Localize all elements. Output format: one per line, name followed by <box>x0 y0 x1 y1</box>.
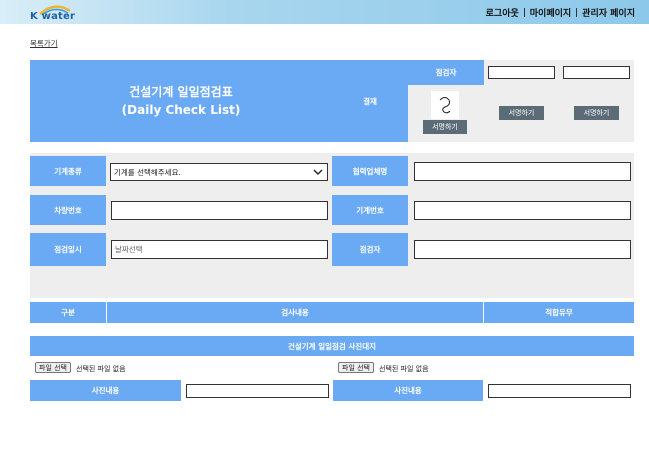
nav-divider <box>523 8 525 17</box>
approver-name-field-2[interactable] <box>563 66 630 79</box>
photo-content-field-left[interactable] <box>186 384 329 398</box>
table-header-conformity: 적합유무 <box>484 302 634 323</box>
logout-link[interactable]: 로그아웃 <box>486 6 519 19</box>
vehicle-number-label: 차량번호 <box>30 195 106 225</box>
machine-number-label: 기계번호 <box>332 195 408 225</box>
no-file-text-right: 선택된 파일 없음 <box>379 365 429 373</box>
photo-content-label-left: 사진내용 <box>30 380 181 401</box>
photo-content-label-right: 사진내용 <box>333 380 483 401</box>
chevron-down-icon <box>313 169 323 175</box>
no-file-text-left: 선택된 파일 없음 <box>76 365 126 373</box>
signature-scribble-icon <box>439 97 451 114</box>
machine-type-label: 기계종류 <box>30 156 106 186</box>
page-title-korean: 건설기계 일일점검표 <box>129 85 233 99</box>
machine-type-select[interactable]: 기계를 선택해주세요. <box>110 163 328 181</box>
machine-number-field[interactable] <box>414 201 631 220</box>
approver-name-field-1[interactable] <box>488 66 555 79</box>
sign-button-3[interactable]: 서명하기 <box>574 106 619 120</box>
admin-page-link[interactable]: 관리자 페이지 <box>582 6 635 19</box>
sign-button-2[interactable]: 서명하기 <box>499 106 544 120</box>
machine-type-selected: 기계를 선택해주세요. <box>114 167 181 177</box>
logo-text: K water <box>30 11 76 22</box>
page-title-english: (Daily Check List) <box>121 103 241 117</box>
inspector-field[interactable] <box>414 240 631 259</box>
table-header-category: 구분 <box>30 302 106 323</box>
file-select-button-left[interactable]: 파일 선택 <box>35 362 71 373</box>
top-nav: 로그아웃 마이페이지 관리자 페이지 <box>486 6 635 19</box>
top-header-bar: K water 로그아웃 마이페이지 관리자 페이지 <box>0 0 649 24</box>
photo-section-title: 건설기계 일일점검 사진대지 <box>30 336 634 356</box>
signature-image <box>431 91 459 119</box>
nav-divider <box>576 8 578 17</box>
kwater-logo[interactable]: K water <box>30 3 78 23</box>
inspection-date-picker[interactable]: 날짜선택 <box>111 240 328 259</box>
inspector-label: 점검자 <box>332 233 408 266</box>
mypage-link[interactable]: 마이페이지 <box>530 6 571 19</box>
vehicle-number-field[interactable] <box>111 201 328 220</box>
approval-label: 결재 <box>332 60 408 142</box>
inspection-date-label: 점검일시 <box>30 233 106 266</box>
photo-content-field-right[interactable] <box>488 384 631 398</box>
file-select-button-right[interactable]: 파일 선택 <box>338 362 374 373</box>
table-header-content: 검사내용 <box>107 302 483 323</box>
partner-name-label: 협력업체명 <box>332 156 408 186</box>
partner-name-field[interactable] <box>414 162 631 181</box>
inspector-header-label: 점검자 <box>408 60 484 85</box>
sign-button-1[interactable]: 서명하기 <box>423 120 467 134</box>
page-title: 건설기계 일일점검표 (Daily Check List) <box>30 60 332 142</box>
back-to-list-link[interactable]: 목록가기 <box>30 38 58 49</box>
